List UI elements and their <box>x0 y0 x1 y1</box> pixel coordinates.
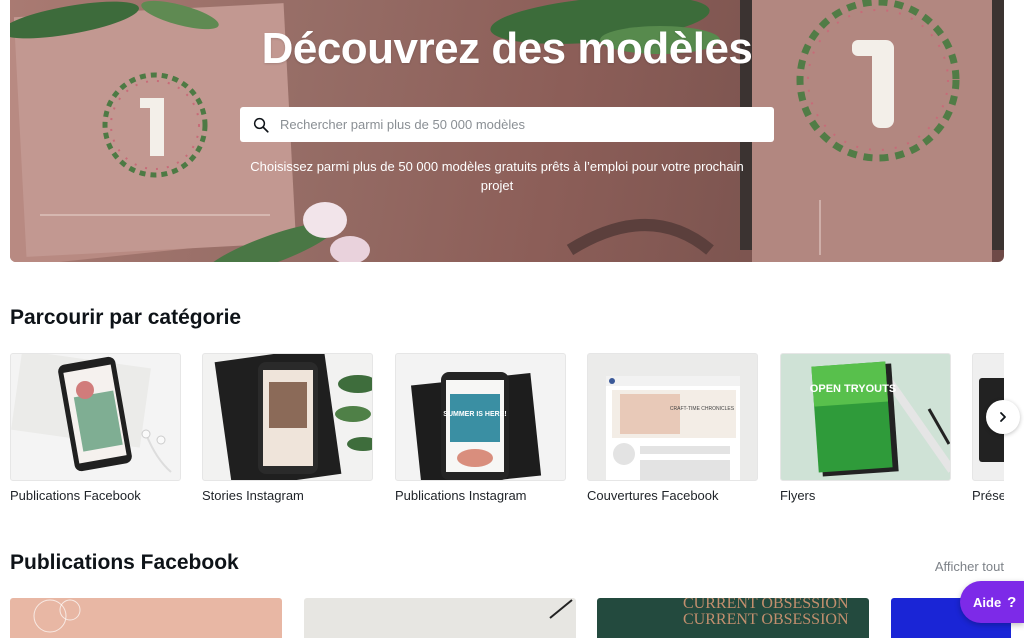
category-card-facebook-covers[interactable]: CRAFT-TIME CHRONICLES Couvertures Facebo… <box>587 353 758 503</box>
template-card[interactable]: CURRENT OBSESSION CURRENT OBSESSION <box>597 598 869 638</box>
category-card-flyers[interactable]: OPEN TRYOUTS Flyers <box>780 353 951 503</box>
obsession-thumb-text: CURRENT OBSESSION <box>683 598 849 612</box>
category-card-facebook-posts[interactable]: Publications Facebook <box>10 353 181 503</box>
help-button[interactable]: Aide ? <box>960 581 1024 623</box>
question-icon: ? <box>1007 593 1017 611</box>
search-icon <box>253 117 269 133</box>
template-card[interactable] <box>10 598 282 638</box>
category-label: Stories Instagram <box>202 488 304 503</box>
category-label: Publications Instagram <box>395 488 527 503</box>
category-thumbnail: SUMMER IS HERE! <box>395 353 566 481</box>
category-label: Couvertures Facebook <box>587 488 719 503</box>
category-thumbnail <box>202 353 373 481</box>
search-input[interactable] <box>280 107 774 142</box>
category-thumbnail: CRAFT-TIME CHRONICLES <box>587 353 758 481</box>
hero-subtitle: Choisissez parmi plus de 50 000 modèles … <box>250 159 744 193</box>
category-carousel: Publications Facebook Stories Instagram <box>10 353 1004 513</box>
search-bar[interactable] <box>240 107 774 142</box>
template-card[interactable] <box>304 598 576 638</box>
category-label: Flyers <box>780 488 816 503</box>
category-card-instagram-posts[interactable]: SUMMER IS HERE! Publications Instagram <box>395 353 566 503</box>
categories-heading: Parcourir par catégorie <box>10 306 242 329</box>
summer-thumb-text: SUMMER IS HERE! <box>443 411 506 418</box>
chevron-right-icon <box>1000 412 1006 422</box>
obsession-thumb-text-2: CURRENT OBSESSION <box>683 611 849 628</box>
craft-thumb-text: CRAFT-TIME CHRONICLES <box>670 406 735 412</box>
category-card-instagram-stories[interactable]: Stories Instagram <box>202 353 373 503</box>
category-label: Publications Facebook <box>10 488 141 503</box>
category-thumbnail: OPEN TRYOUTS <box>780 353 951 481</box>
tryouts-thumb-text: OPEN TRYOUTS <box>810 383 896 395</box>
category-label: Prése <box>972 488 1004 503</box>
carousel-next-button[interactable] <box>986 400 1020 434</box>
category-thumbnail <box>10 353 181 481</box>
facebook-section-heading: Publications Facebook <box>10 551 239 574</box>
see-all-link[interactable]: Afficher tout <box>935 559 1004 574</box>
help-label: Aide <box>973 594 1002 610</box>
page-title: Découvrez des modèles <box>261 24 753 73</box>
